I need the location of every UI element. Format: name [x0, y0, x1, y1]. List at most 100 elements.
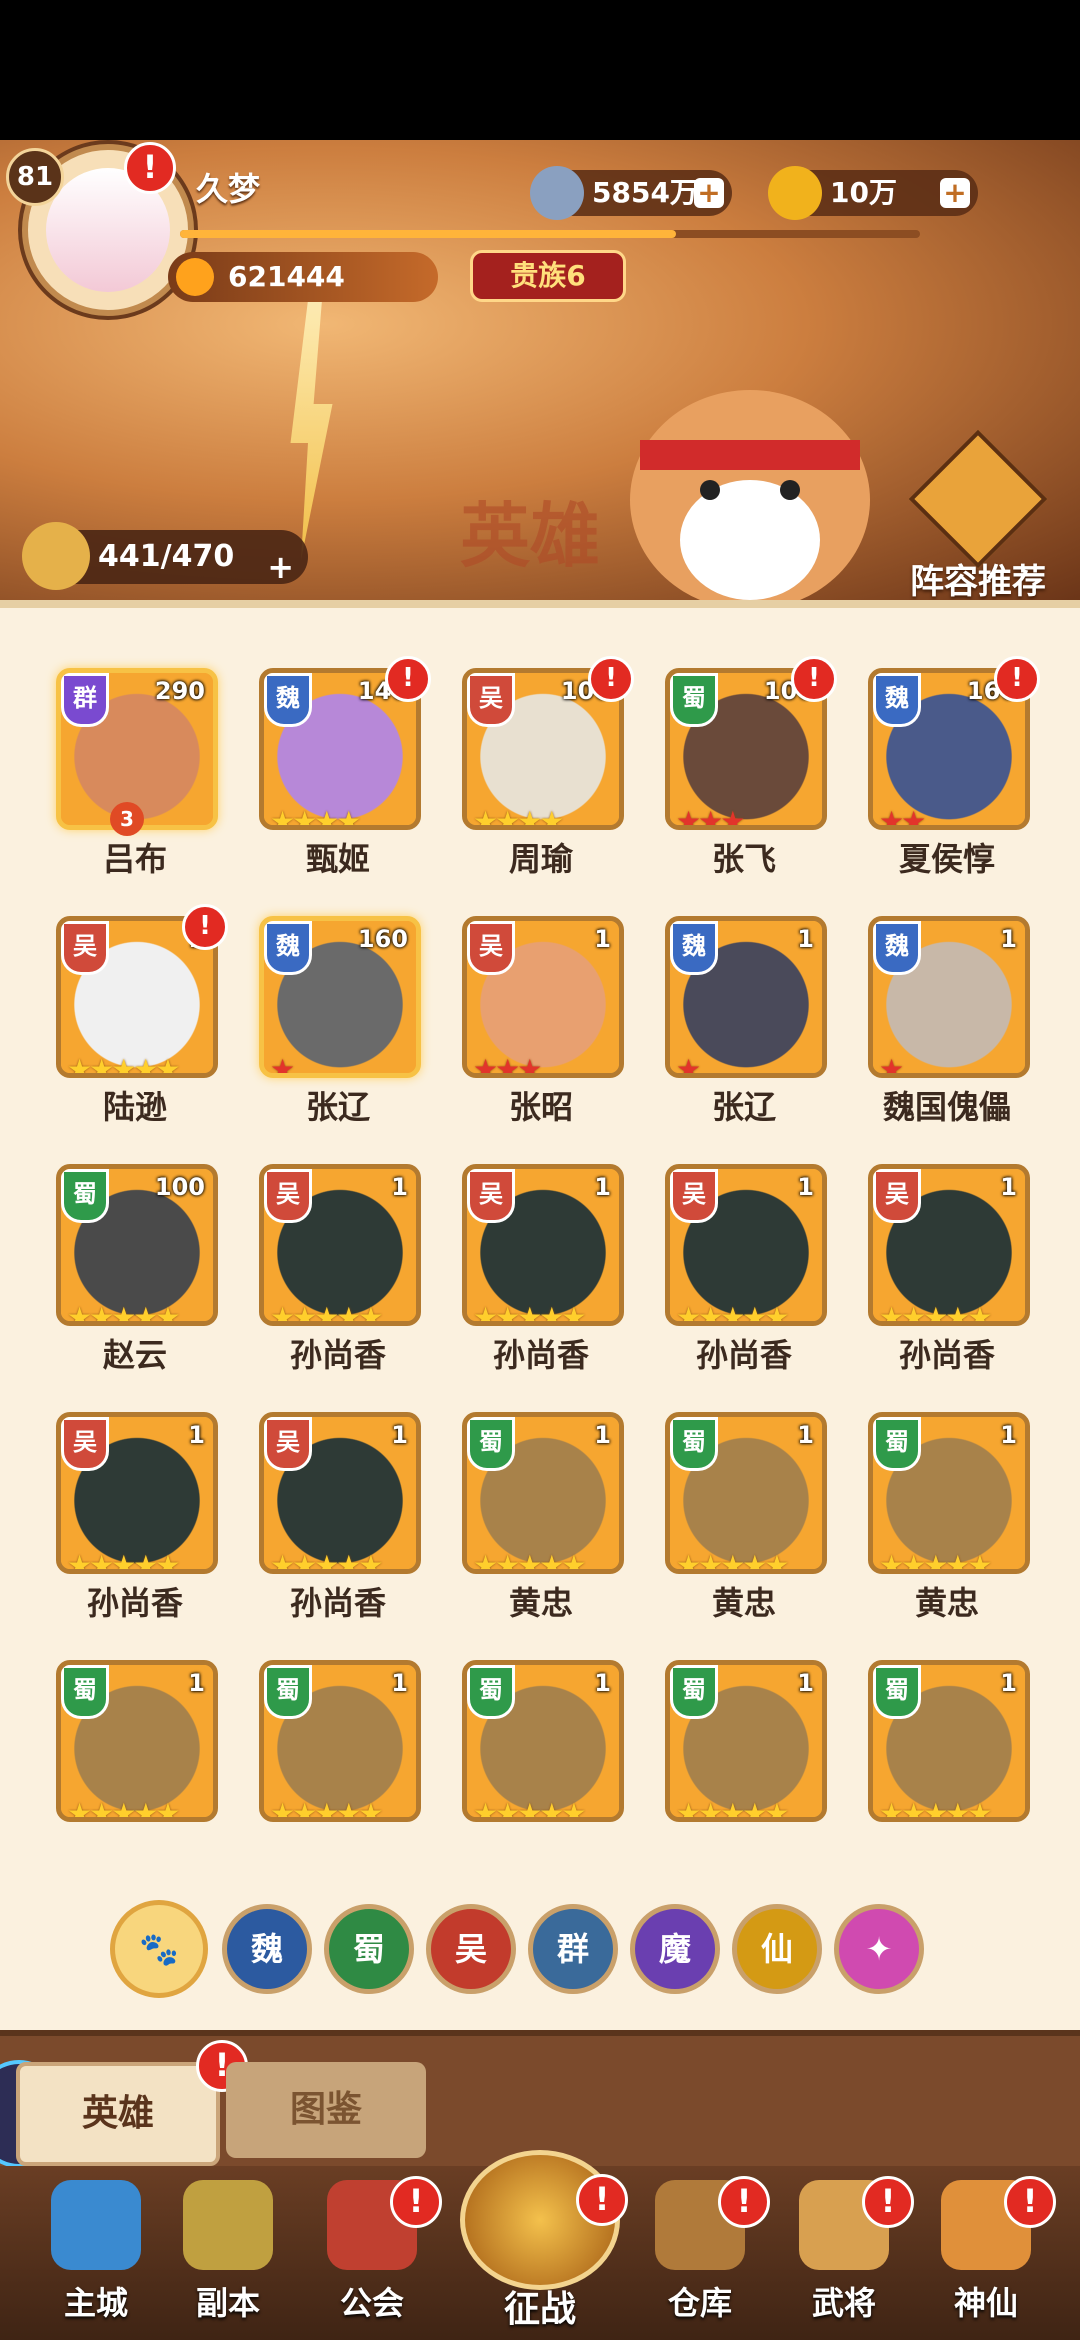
hero-stars: ★★★★★ — [270, 1301, 384, 1326]
hero-level: 1 — [797, 925, 814, 953]
nav-item-label: 仓库 — [667, 2284, 732, 2322]
hero-capacity[interactable]: 441/470 + — [22, 522, 308, 590]
hero-card[interactable]: 吴 1 ★★★ 张昭 — [456, 908, 626, 1148]
filter-faction-button[interactable]: 蜀 — [324, 1904, 414, 1994]
hero-card[interactable]: 吴 100 ★★★★! 周瑜 — [456, 656, 634, 900]
nav-item[interactable]: 主城 — [36, 2180, 156, 2330]
lightning-decoration — [290, 300, 333, 560]
hero-card[interactable]: 魏 140 ★★★★! 甄姬 — [253, 656, 431, 900]
hero-card[interactable]: 魏 1 ★ 张辽 — [659, 908, 829, 1148]
hero-card[interactable]: 吴 1 ★★★★★ 孙尚香 — [253, 1156, 423, 1396]
hero-level: 1 — [594, 1173, 611, 1201]
filter-faction-button[interactable]: 群 — [528, 1904, 618, 1994]
hero-card[interactable]: 吴 1 ★★★★★ 孙尚香 — [862, 1156, 1032, 1396]
hero-level: 1 — [1000, 1173, 1017, 1201]
hero-level: 1 — [594, 1421, 611, 1449]
filter-all-paw-icon[interactable]: 🐾 — [110, 1900, 208, 1998]
nav-item[interactable]: 武将! — [784, 2176, 914, 2330]
filter-spirit-icon[interactable]: ✦ — [834, 1904, 924, 1994]
hero-name: 甄姬 — [305, 840, 370, 878]
nav-item-label: 公会 — [339, 2284, 404, 2322]
faction-badge: 蜀 — [873, 1417, 921, 1471]
gold-currency[interactable]: 10万 + — [768, 166, 978, 220]
hero-card[interactable]: 群 290 3 吕布 — [50, 660, 220, 900]
add-gold-button[interactable]: + — [940, 178, 970, 208]
hero-card[interactable]: 蜀 1 ★★★★★ — [659, 1652, 829, 1892]
filter-faction-button[interactable]: 魔 — [630, 1904, 720, 1994]
hero-stars: ★★★★★ — [67, 1053, 181, 1078]
hero-stars: ★★★★★ — [473, 1797, 587, 1822]
hero-stars: ★★★ — [473, 1053, 542, 1078]
faction-badge: 吴 — [467, 1169, 515, 1223]
faction-filter-bar: 🐾 魏蜀吴群魔仙 ✦ — [110, 1900, 970, 1998]
add-silver-button[interactable]: + — [694, 178, 724, 208]
hero-stars: ★ — [270, 1053, 295, 1078]
hero-name: 张辽 — [305, 1088, 370, 1126]
hero-name: 张辽 — [711, 1088, 776, 1126]
nav-alert-badge: ! — [576, 2174, 628, 2226]
hero-card[interactable]: 蜀 1 ★★★★★ — [862, 1652, 1032, 1892]
faction-badge: 蜀 — [264, 1665, 312, 1719]
hero-card[interactable]: 魏 160 ★★! 夏侯惇 — [862, 656, 1040, 900]
hero-alert-badge: ! — [994, 656, 1040, 702]
nav-item[interactable]: 公会! — [312, 2176, 442, 2330]
add-capacity-button[interactable]: + — [267, 540, 294, 594]
hero-level: 290 — [154, 677, 205, 705]
nav-item-label: 副本 — [195, 2284, 260, 2322]
filter-faction-button[interactable]: 仙 — [732, 1904, 822, 1994]
hero-name: 陆逊 — [102, 1088, 167, 1126]
filter-faction-button[interactable]: 魏 — [222, 1904, 312, 1994]
exp-bar-fill — [180, 230, 676, 238]
hero-portrait-frame: 蜀 1 ★★★★★ — [259, 1660, 421, 1822]
hero-card[interactable]: 蜀 1 ★★★★★ 黄忠 — [456, 1404, 626, 1644]
hero-level: 160 — [357, 925, 408, 953]
hero-stars: ★★★★★ — [473, 1549, 587, 1574]
hero-portrait-frame: 吴 1 ★★★★★ — [56, 1412, 218, 1574]
nav-item[interactable]: 仓库! — [640, 2176, 770, 2330]
noble-rank-badge[interactable]: 贵族6 — [470, 250, 626, 302]
hero-level: 1 — [797, 1173, 814, 1201]
hero-alert-badge: ! — [182, 904, 228, 950]
hero-name: 周瑜 — [508, 840, 573, 878]
faction-badge: 魏 — [873, 673, 921, 727]
faction-badge: 吴 — [264, 1417, 312, 1471]
hero-card[interactable]: 魏 1 ★ 魏国傀儡 — [862, 908, 1032, 1148]
hero-card[interactable]: 蜀 1 ★★★★★ — [50, 1652, 220, 1892]
hero-stars: ★★★★★ — [879, 1301, 993, 1326]
hero-card[interactable]: 吴 1 ★★★★★ 孙尚香 — [253, 1404, 423, 1644]
nav-item[interactable]: 副本 — [168, 2180, 288, 2330]
hero-card[interactable]: 吴1★★★★★!陆逊 — [50, 904, 228, 1148]
avatar-alert-badge: ! — [124, 142, 176, 194]
hero-card[interactable]: 蜀 1 ★★★★★ 黄忠 — [659, 1404, 829, 1644]
exp-bar — [180, 230, 920, 238]
nav-item[interactable]: 神仙! — [926, 2176, 1056, 2330]
hero-name: 黄忠 — [508, 1584, 573, 1622]
hero-card[interactable]: 魏 160 ★ 张辽 — [253, 908, 423, 1148]
faction-badge: 魏 — [264, 673, 312, 727]
hero-card[interactable]: 蜀 100 ★★★★★ 赵云 — [50, 1156, 220, 1396]
hero-portrait-frame: 蜀 1 ★★★★★ — [665, 1412, 827, 1574]
hero-card[interactable]: 吴 1 ★★★★★ 孙尚香 — [456, 1156, 626, 1396]
hero-stars: ★★★★ — [270, 805, 361, 830]
faction-badge: 吴 — [467, 673, 515, 727]
paw-icon — [176, 258, 214, 296]
lineup-recommend-button[interactable]: 阵容推荐 — [888, 429, 1068, 603]
tab-codex[interactable]: 图鉴 — [226, 2062, 426, 2158]
nav-item[interactable]: 征战! — [452, 2150, 628, 2330]
hero-level: 1 — [391, 1173, 408, 1201]
hero-card[interactable]: 蜀 100 ★★★! 张飞 — [659, 656, 837, 900]
silver-currency[interactable]: 5854万 + — [530, 166, 732, 220]
hero-level: 100 — [154, 1173, 205, 1201]
tab-heroes[interactable]: 英雄 — [16, 2062, 220, 2166]
hero-portrait-frame: 魏 160 ★ — [259, 916, 421, 1078]
filter-faction-button[interactable]: 吴 — [426, 1904, 516, 1994]
hero-stars: ★★★★★ — [676, 1797, 790, 1822]
hero-card[interactable]: 吴 1 ★★★★★ 孙尚香 — [659, 1156, 829, 1396]
faction-badge: 群 — [61, 673, 109, 727]
hero-card[interactable]: 蜀 1 ★★★★★ — [253, 1652, 423, 1892]
silver-amount: 5854万 — [592, 176, 698, 209]
hero-card[interactable]: 蜀 1 ★★★★★ 黄忠 — [862, 1404, 1032, 1644]
hero-card[interactable]: 吴 1 ★★★★★ 孙尚香 — [50, 1404, 220, 1644]
hero-card[interactable]: 蜀 1 ★★★★★ — [456, 1652, 626, 1892]
hero-level: 1 — [391, 1669, 408, 1697]
